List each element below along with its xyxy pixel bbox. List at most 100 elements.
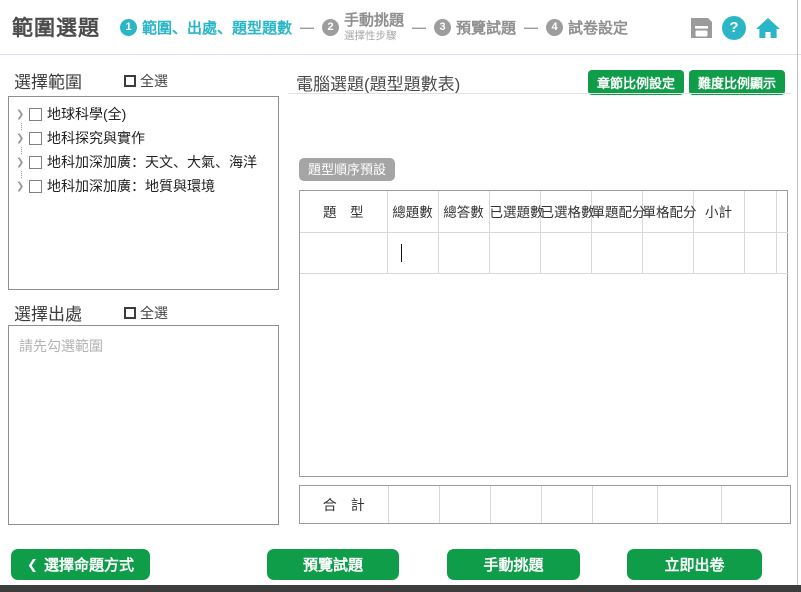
step-4-number: 4 bbox=[546, 19, 563, 36]
header-icons: ? bbox=[689, 0, 781, 55]
tree-item-label: 地科探究與實作 bbox=[47, 128, 145, 148]
col-header-type: 題 型 bbox=[300, 191, 387, 232]
step-4-label: 試卷設定 bbox=[568, 17, 628, 38]
total-cell bbox=[592, 486, 657, 523]
cell-total-answers[interactable] bbox=[438, 232, 489, 273]
chevron-right-icon[interactable]: ❯ bbox=[16, 181, 29, 192]
total-row-table: 合 計 bbox=[299, 485, 791, 524]
cell-points-per-cell[interactable] bbox=[642, 232, 693, 273]
range-section-title: 選擇範圍 bbox=[14, 68, 82, 93]
range-select-all-checkbox[interactable] bbox=[124, 75, 136, 87]
range-tree: ❯ 地球科學(全) ❯ 地科探究與實作 ❯ 地科加深加廣：天文、大氣、海洋 ❯ … bbox=[8, 96, 279, 290]
window-bottom-bar bbox=[0, 585, 801, 592]
tree-item-label: 地科加深加廣：地質與環境 bbox=[47, 176, 215, 196]
tree-item-checkbox[interactable] bbox=[29, 108, 42, 121]
step-4-paper-settings[interactable]: 4 試卷設定 bbox=[546, 17, 628, 38]
step-separator: — bbox=[524, 19, 538, 35]
text-caret bbox=[401, 244, 402, 262]
main-divider bbox=[288, 93, 791, 94]
total-label-cell: 合 計 bbox=[300, 486, 388, 523]
source-section-header: 選擇出處 全選 bbox=[14, 300, 168, 325]
page-title: 範圍選題 bbox=[12, 12, 100, 42]
chevron-left-icon: ❮ bbox=[27, 557, 38, 573]
cell-selected-questions[interactable] bbox=[489, 232, 540, 273]
cell-points-per-question[interactable] bbox=[591, 232, 642, 273]
tree-item-label: 地球科學(全) bbox=[47, 104, 126, 124]
col-header-subtotal: 小計 bbox=[693, 191, 744, 232]
tree-item-inquiry-practice[interactable]: ❯ 地科探究與實作 bbox=[9, 126, 278, 150]
step-2-number: 2 bbox=[322, 19, 339, 36]
step-indicator: 1 範圍、出處、題型題數 — 2 手動挑題 選擇性步驟 — 3 預覽試題 — 4… bbox=[120, 12, 628, 41]
window-right-edge bbox=[797, 0, 798, 585]
cell-empty bbox=[776, 232, 788, 273]
col-header-selected-cells: 已選格數 bbox=[540, 191, 591, 232]
step-3-label: 預覽試題 bbox=[456, 17, 516, 38]
col-header-total-questions: 總題數 bbox=[387, 191, 438, 232]
preview-questions-button[interactable]: 預覽試題 bbox=[267, 549, 399, 580]
source-select-all-label: 全選 bbox=[140, 303, 168, 323]
total-cell bbox=[721, 486, 792, 523]
total-cell bbox=[657, 486, 721, 523]
cell-subtotal[interactable] bbox=[693, 232, 744, 273]
total-cell bbox=[490, 486, 541, 523]
chapter-ratio-button[interactable]: 章節比例設定 bbox=[588, 70, 684, 95]
difficulty-ratio-button[interactable]: 難度比例顯示 bbox=[689, 70, 785, 95]
col-header-points-per-question: 單題配分 bbox=[591, 191, 642, 232]
main-panel-title: 電腦選題(題型題數表) bbox=[296, 70, 460, 95]
total-cell bbox=[439, 486, 490, 523]
cell-total-questions[interactable] bbox=[387, 232, 438, 273]
step-1-number: 1 bbox=[120, 19, 137, 36]
tree-item-checkbox[interactable] bbox=[29, 132, 42, 145]
total-row: 合 計 bbox=[300, 486, 792, 523]
tree-item-label: 地科加深加廣：天文、大氣、海洋 bbox=[47, 152, 257, 172]
save-icon[interactable] bbox=[689, 17, 713, 39]
total-cell bbox=[541, 486, 592, 523]
step-separator: — bbox=[412, 19, 426, 35]
col-header-total-answers: 總答數 bbox=[438, 191, 489, 232]
chevron-right-icon[interactable]: ❯ bbox=[16, 157, 29, 168]
exam-builder-page: 範圍選題 1 範圍、出處、題型題數 — 2 手動挑題 選擇性步驟 — 3 預覽試… bbox=[0, 0, 801, 592]
question-type-table: 題 型 總題數 總答數 已選題數 已選格數 單題配分 單格配分 小計 bbox=[299, 190, 788, 477]
step-1-range[interactable]: 1 範圍、出處、題型題數 bbox=[120, 17, 292, 38]
step-3-preview[interactable]: 3 預覽試題 bbox=[434, 17, 516, 38]
generate-paper-button[interactable]: 立即出卷 bbox=[627, 549, 762, 580]
col-header-selected-questions: 已選題數 bbox=[489, 191, 540, 232]
chevron-right-icon[interactable]: ❯ bbox=[16, 109, 29, 120]
cell-empty bbox=[744, 232, 776, 273]
step-1-label: 範圍、出處、題型題數 bbox=[142, 17, 292, 38]
table-header-row: 題 型 總題數 總答數 已選題數 已選格數 單題配分 單格配分 小計 bbox=[300, 191, 788, 232]
header: 範圍選題 1 範圍、出處、題型題數 — 2 手動挑題 選擇性步驟 — 3 預覽試… bbox=[0, 0, 801, 55]
back-to-method-button[interactable]: ❮ 選擇命題方式 bbox=[11, 549, 150, 580]
source-select-all[interactable]: 全選 bbox=[124, 303, 168, 323]
tree-item-advanced-astro-atmos-ocean[interactable]: ❯ 地科加深加廣：天文、大氣、海洋 bbox=[9, 150, 278, 174]
help-icon[interactable]: ? bbox=[722, 16, 746, 40]
source-select-all-checkbox[interactable] bbox=[124, 307, 136, 319]
col-header-points-per-cell: 單格配分 bbox=[642, 191, 693, 232]
col-header-empty bbox=[744, 191, 776, 232]
step-2-label: 手動挑題 bbox=[344, 12, 404, 29]
range-section-header: 選擇範圍 全選 bbox=[14, 68, 168, 93]
tree-item-checkbox[interactable] bbox=[29, 156, 42, 169]
step-3-number: 3 bbox=[434, 19, 451, 36]
cell-type[interactable] bbox=[300, 232, 387, 273]
source-section-title: 選擇出處 bbox=[14, 300, 82, 325]
chevron-right-icon[interactable]: ❯ bbox=[16, 133, 29, 144]
tree-item-advanced-geology-environment[interactable]: ❯ 地科加深加廣：地質與環境 bbox=[9, 174, 278, 198]
source-list-box: 請先勾選範圍 bbox=[8, 325, 279, 525]
tree-item-checkbox[interactable] bbox=[29, 180, 42, 193]
range-select-all-label: 全選 bbox=[140, 71, 168, 91]
type-order-default-tag[interactable]: 題型順序預設 bbox=[299, 158, 395, 181]
col-header-empty bbox=[776, 191, 788, 232]
table-data-row bbox=[300, 232, 788, 273]
source-placeholder-text: 請先勾選範圍 bbox=[9, 326, 278, 366]
total-cell bbox=[388, 486, 439, 523]
step-separator: — bbox=[300, 19, 314, 35]
tree-item-earth-science[interactable]: ❯ 地球科學(全) bbox=[9, 102, 278, 126]
manual-pick-button[interactable]: 手動挑題 bbox=[447, 549, 580, 580]
back-button-label: 選擇命題方式 bbox=[44, 554, 134, 575]
range-select-all[interactable]: 全選 bbox=[124, 71, 168, 91]
cell-selected-cells[interactable] bbox=[540, 232, 591, 273]
home-icon[interactable] bbox=[755, 16, 781, 40]
step-2-manual-pick[interactable]: 2 手動挑題 選擇性步驟 bbox=[322, 12, 404, 41]
step-2-sublabel: 選擇性步驟 bbox=[344, 30, 404, 42]
